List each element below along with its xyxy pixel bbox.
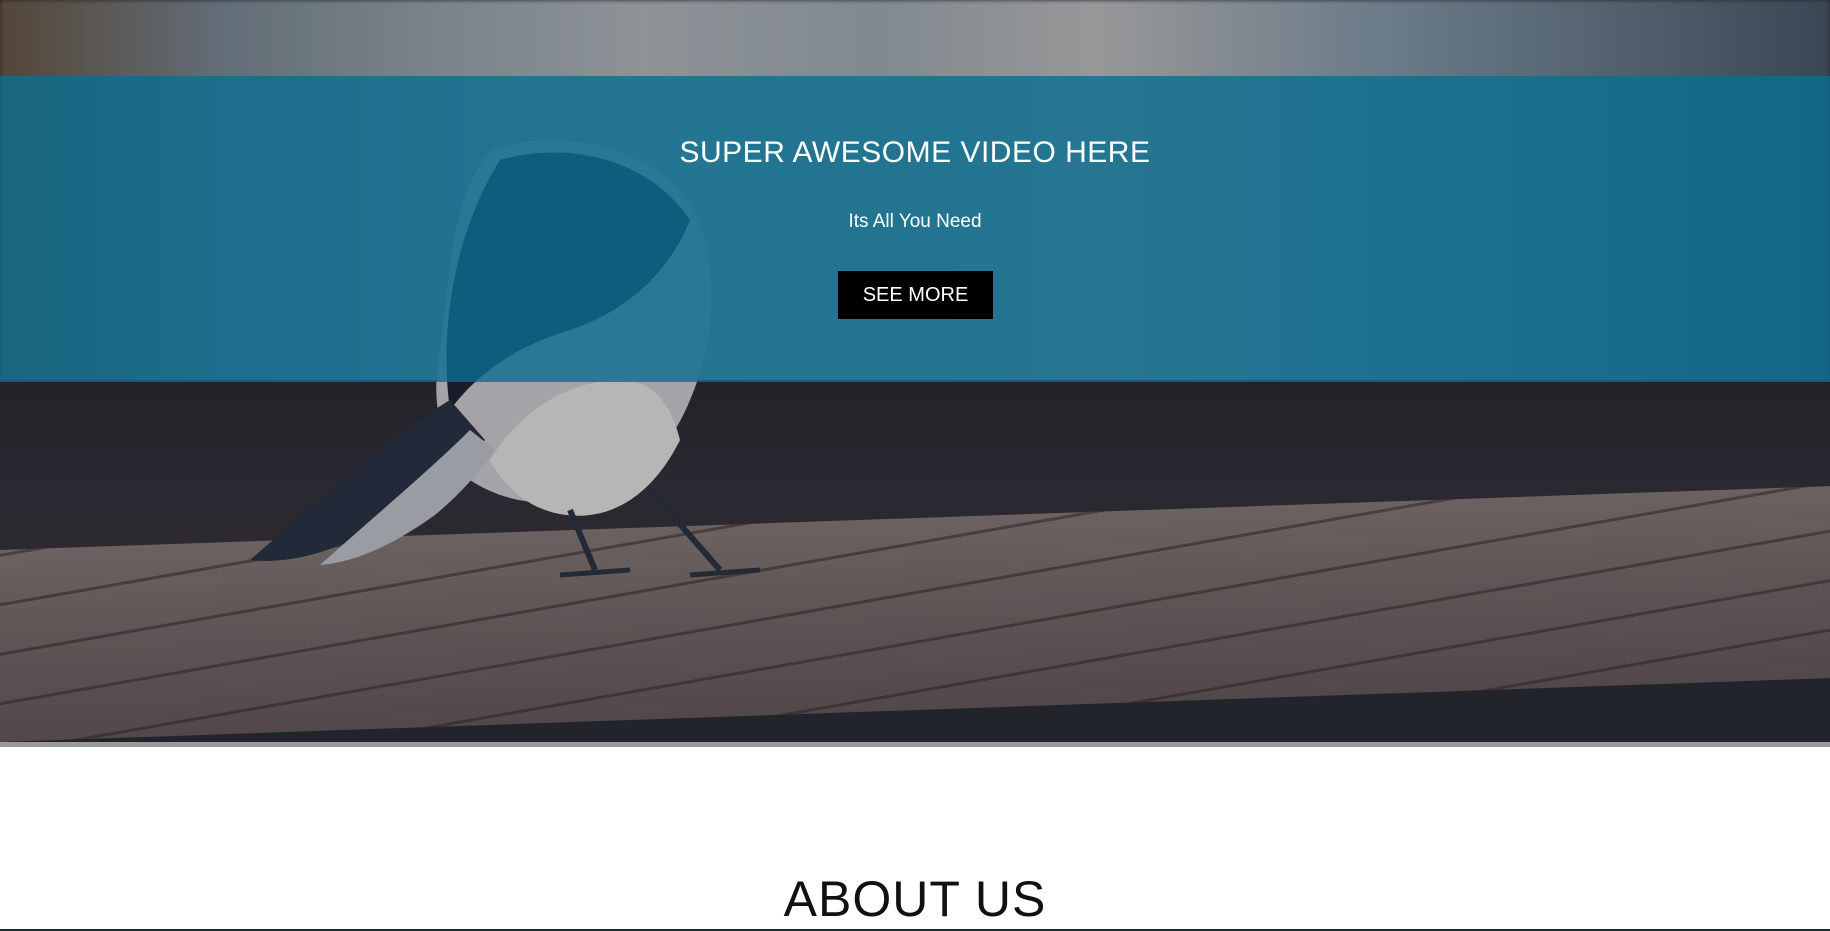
- hero-title: SUPER AWESOME VIDEO HERE: [679, 136, 1151, 169]
- hero-banner: SUPER AWESOME VIDEO HERE Its All You Nee…: [0, 76, 1830, 382]
- hero-subtitle: Its All You Need: [848, 211, 982, 232]
- see-more-button[interactable]: SEE MORE: [838, 271, 993, 319]
- about-section: ABOUT US: [0, 747, 1830, 931]
- about-title: ABOUT US: [783, 871, 1047, 927]
- hero-video-section: SUPER AWESOME VIDEO HERE Its All You Nee…: [0, 0, 1830, 742]
